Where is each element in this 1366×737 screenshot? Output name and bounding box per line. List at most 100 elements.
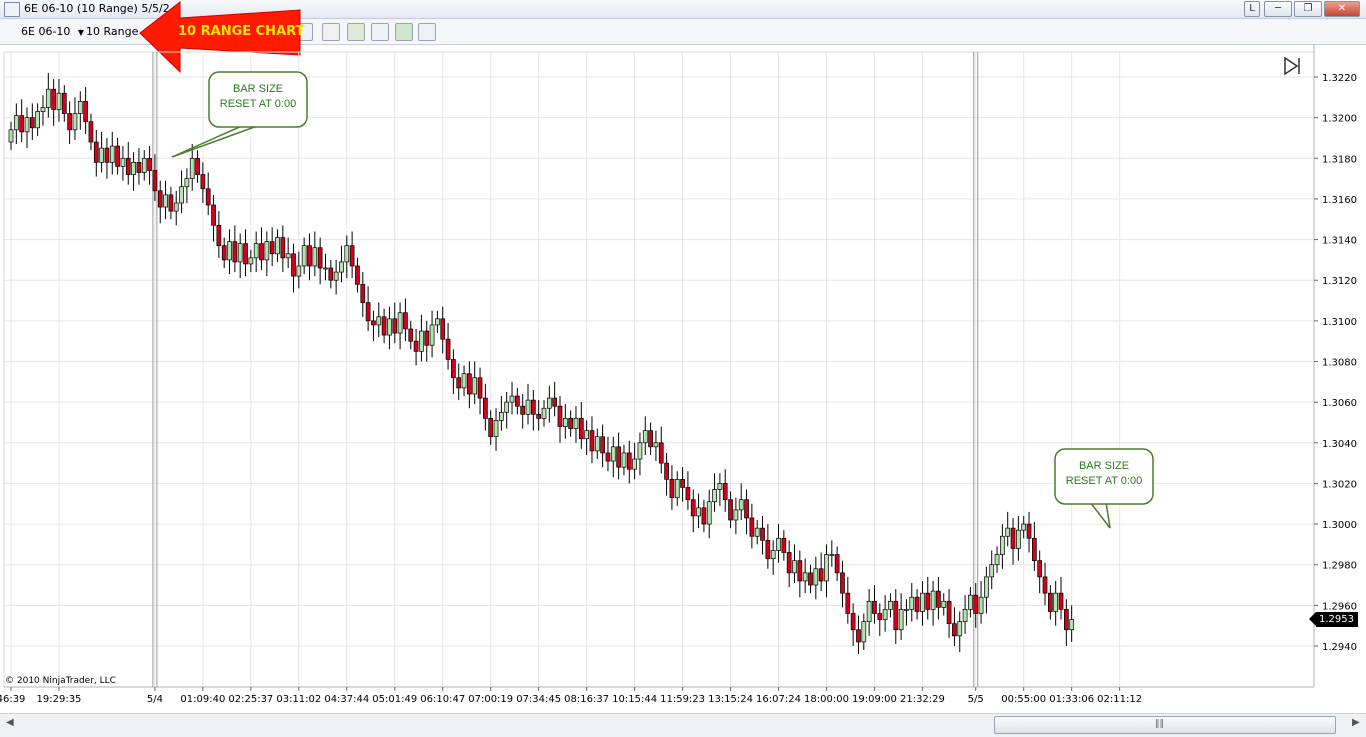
candle-up	[13, 115, 19, 131]
x-tick-label: 02:11:12	[1097, 694, 1142, 705]
y-tick-label: 1.3040	[1322, 439, 1357, 450]
candle-up	[1016, 529, 1021, 549]
candle-up	[35, 111, 41, 129]
candle-up	[802, 572, 808, 582]
candle-down	[664, 462, 669, 480]
candle-up	[333, 271, 339, 281]
restore-icon[interactable]: ❐	[1294, 1, 1322, 17]
candle-up	[824, 554, 829, 582]
candlestick-chart[interactable]: 1.3220 1.3200 1.3180 1.3160 1.3140 1.3120 1.31…	[0, 44, 1366, 713]
candle-down	[29, 117, 35, 129]
candle-up	[909, 596, 915, 610]
candle-up	[712, 489, 717, 503]
candle-down	[765, 539, 771, 559]
candle-down	[483, 397, 488, 419]
candle-up	[461, 373, 467, 389]
candle-down	[93, 141, 99, 163]
candle-up	[1000, 535, 1005, 555]
candle-up	[920, 592, 925, 612]
candle-down	[205, 188, 211, 206]
candle-down	[680, 479, 685, 488]
candle-up	[173, 202, 179, 212]
y-tick-label: 1.3220	[1322, 73, 1357, 84]
x-tick-label: 06:10:47	[420, 694, 465, 705]
minimize-icon[interactable]: ─	[1264, 1, 1292, 17]
candle-up	[546, 397, 552, 409]
candle-up	[312, 247, 318, 267]
candle-up	[264, 241, 270, 261]
candle-down	[872, 600, 877, 614]
scroll-right-icon[interactable]: ▶	[1352, 717, 1360, 728]
candle-down	[104, 147, 110, 163]
candle-down	[243, 243, 248, 265]
candle-up	[77, 101, 83, 114]
candle-down	[221, 245, 227, 261]
candle-down	[1026, 523, 1032, 539]
dollar-icon[interactable]	[395, 23, 413, 41]
candle-up	[770, 550, 776, 559]
candle-down	[280, 237, 286, 259]
indicators-icon[interactable]	[371, 23, 389, 41]
x-tick-label: 10:15:44	[612, 694, 657, 705]
x-tick-label: 19:09:00	[852, 694, 897, 705]
candle-up	[56, 92, 62, 110]
candle-down	[360, 283, 366, 303]
candle-down	[626, 452, 632, 470]
candle-up	[861, 621, 867, 643]
candle-down	[936, 590, 941, 608]
candle-down	[1032, 537, 1037, 561]
candle-up	[888, 600, 893, 610]
order-icon[interactable]	[322, 23, 340, 41]
candle-down	[115, 145, 120, 167]
candle-up	[738, 499, 744, 511]
candle-up	[435, 318, 440, 326]
x-tick-label: 04:37:44	[324, 694, 369, 705]
callout-line: RESET AT 0:00	[220, 98, 296, 110]
scrollbar-thumb[interactable]: ‖‖	[994, 716, 1336, 734]
candle-up	[696, 507, 701, 517]
candle-up	[594, 436, 600, 452]
close-icon[interactable]: ✕	[1324, 1, 1360, 17]
callout-bar-size-reset-bottom: BAR SIZE RESET AT 0:00	[1054, 448, 1154, 529]
scroll-left-icon[interactable]: ◀	[6, 717, 14, 728]
bars-icon[interactable]	[347, 23, 365, 41]
candle-up	[275, 237, 280, 255]
candle-down	[259, 243, 264, 261]
candle-up	[754, 527, 760, 537]
candle-down	[1063, 609, 1069, 631]
candle-up	[984, 576, 989, 598]
candle-down	[834, 554, 840, 574]
candle-up	[829, 554, 835, 556]
candle-down	[925, 592, 931, 610]
candle-up	[904, 609, 909, 611]
horizontal-scrollbar[interactable]: ◀ ‖‖ ▶	[0, 713, 1366, 737]
candle-up	[120, 157, 126, 167]
candle-up	[509, 395, 515, 403]
candle-down	[728, 499, 733, 521]
candle-up	[72, 113, 78, 131]
l-button[interactable]: L	[1244, 1, 1260, 17]
candle-down	[600, 436, 605, 454]
y-tick-label: 1.3120	[1322, 276, 1357, 287]
candle-up	[253, 243, 259, 259]
candle-up	[1069, 619, 1075, 631]
candle-up	[323, 267, 328, 270]
candle-down	[355, 265, 360, 285]
callout-line: RESET AT 0:00	[1066, 475, 1142, 487]
candle-down	[1037, 560, 1043, 578]
candle-down	[589, 430, 595, 452]
candle-up	[621, 452, 627, 468]
candle-down	[136, 161, 142, 173]
candle-down	[850, 613, 856, 631]
candle-down	[578, 418, 584, 440]
properties-icon[interactable]	[418, 23, 436, 41]
candle-down	[317, 247, 323, 269]
candle-up	[994, 554, 1000, 566]
last-price-marker: 1.2953	[1309, 612, 1358, 627]
candle-up	[493, 420, 499, 438]
y-tick-label: 1.3200	[1322, 114, 1357, 125]
jump-to-end-icon[interactable]	[1284, 56, 1300, 76]
candle-down	[946, 600, 952, 624]
candle-down	[648, 430, 653, 448]
candle-down	[973, 594, 979, 614]
